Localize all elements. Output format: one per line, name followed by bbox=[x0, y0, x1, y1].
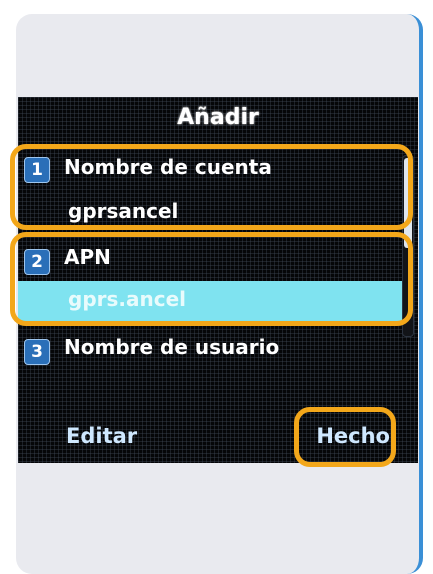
username-label[interactable]: Nombre de usuario bbox=[64, 335, 279, 359]
item-number-icon: 2 bbox=[24, 249, 50, 275]
item-number-icon: 1 bbox=[24, 157, 50, 183]
account-name-label[interactable]: Nombre de cuenta bbox=[64, 155, 272, 179]
apn-value[interactable]: gprs.ancel bbox=[68, 287, 186, 311]
edit-softkey[interactable]: Editar bbox=[66, 424, 137, 448]
scrollbar[interactable] bbox=[402, 155, 414, 337]
phone-screen: Añadir 1 Nombre de cuenta gprsancel 2 AP… bbox=[18, 97, 418, 463]
apn-label[interactable]: APN bbox=[64, 245, 111, 269]
screen-title: Añadir bbox=[177, 105, 259, 130]
apn-selected-row[interactable]: gprs.ancel bbox=[18, 281, 402, 321]
account-name-value[interactable]: gprsancel bbox=[68, 199, 178, 223]
done-softkey[interactable]: Hecho bbox=[316, 424, 390, 448]
item-number-icon: 3 bbox=[24, 339, 50, 365]
scroll-thumb[interactable] bbox=[404, 158, 412, 248]
